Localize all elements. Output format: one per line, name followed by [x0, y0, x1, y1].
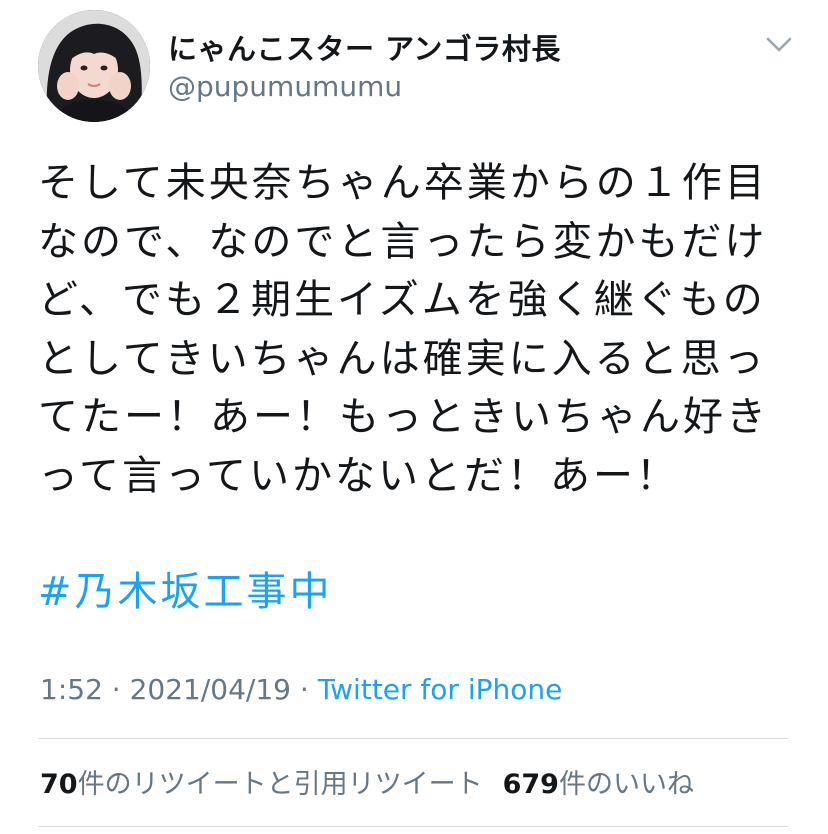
hashtag-link[interactable]: #乃木坂工事中	[38, 563, 333, 621]
avatar[interactable]	[38, 10, 150, 122]
tweet-metadata: 1:52 · 2021/04/19 · Twitter for iPhone	[40, 673, 562, 706]
divider	[38, 738, 788, 739]
chevron-down-icon	[766, 37, 792, 52]
meta-separator: ·	[102, 673, 130, 706]
author-handle[interactable]: @pupumumumu	[168, 70, 402, 103]
tweet-detail: にゃんこスター アンゴラ村長 @pupumumumu そして未央奈ちゃん卒業から…	[0, 0, 828, 834]
tweet-text: そして未央奈ちゃん卒業からの１作目 なので、なのでと言ったら変かもだけ ど、でも…	[38, 154, 798, 505]
tweet-stats: 70件のリツイートと引用リツイート 679件のいいね	[40, 762, 694, 801]
tweet-text-line: としてきいちゃんは確実に入ると思っ	[38, 335, 767, 382]
tweet-text-line: って言っていかないとだ！あー！	[38, 452, 679, 499]
tweet-source-link[interactable]: Twitter for iPhone	[318, 673, 563, 706]
likes-stat[interactable]: 679件のいいね	[503, 769, 694, 800]
tweet-text-line: なので、なのでと言ったら変かもだけ	[38, 218, 768, 265]
tweet-menu-button[interactable]	[762, 30, 796, 60]
retweets-stat[interactable]: 70件のリツイートと引用リツイート	[40, 769, 483, 800]
tweet-text-line: ど、でも２期生イズムを強く継ぐもの	[38, 277, 766, 323]
avatar-photo	[38, 10, 150, 122]
author-display-name[interactable]: にゃんこスター アンゴラ村長	[168, 26, 561, 68]
tweet-time: 1:52	[40, 673, 103, 706]
divider	[38, 826, 788, 827]
tweet-text-line: てたー！あー！もっときいちゃん好き	[38, 394, 769, 440]
retweet-count: 70	[40, 769, 78, 800]
tweet-date: 2021/04/19	[129, 673, 291, 706]
like-label: 件のいいね	[558, 769, 694, 800]
like-count: 679	[502, 769, 559, 800]
tweet-text-line: そして未央奈ちゃん卒業からの１作目	[38, 160, 768, 206]
meta-separator: ·	[290, 673, 318, 706]
retweet-label: 件のリツイートと引用リツイート	[77, 769, 483, 800]
